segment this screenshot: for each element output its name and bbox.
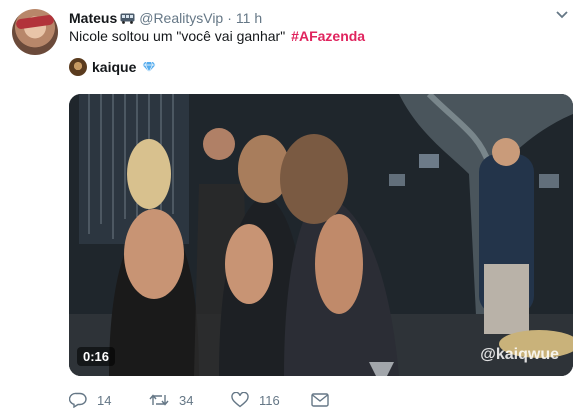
tweet[interactable]: Mateus @RealitysVip · 11 h Nicole soltou…	[0, 0, 583, 419]
tweet-text: Nicole soltou um "você vai ganhar" #AFaze…	[69, 28, 365, 44]
like-button[interactable]: 116	[231, 392, 311, 408]
heart-icon	[231, 392, 249, 408]
video-frame	[69, 94, 573, 376]
video-duration: 0:16	[77, 347, 116, 366]
author-handle[interactable]: @RealitysVip	[139, 10, 223, 26]
retweet-button[interactable]: 34	[149, 392, 231, 408]
video-watermark: @kaiqwue	[480, 346, 559, 363]
like-count: 116	[259, 392, 280, 408]
reply-count: 14	[97, 392, 112, 408]
reply-icon	[69, 392, 87, 408]
separator-dot: ·	[227, 10, 232, 26]
direct-message-button[interactable]	[311, 393, 329, 407]
chevron-down-icon[interactable]	[555, 10, 569, 20]
video-player[interactable]: 0:16 @kaiqwue	[69, 94, 573, 376]
tweet-header: Mateus @RealitysVip · 11 h	[69, 9, 262, 27]
hashtag-link[interactable]: #AFazenda	[291, 28, 365, 44]
tweet-timestamp[interactable]: 11 h	[236, 10, 262, 26]
envelope-icon	[311, 393, 329, 407]
diamond-icon	[142, 61, 156, 73]
author-display-name[interactable]: Mateus	[69, 10, 117, 26]
reply-button[interactable]: 14	[69, 392, 139, 408]
retweet-icon	[149, 394, 169, 406]
author-avatar[interactable]	[12, 9, 58, 55]
bus-icon	[120, 13, 135, 24]
mentioned-user-avatar	[69, 58, 87, 76]
tweet-body: Nicole soltou um "você vai ganhar"	[69, 28, 286, 44]
mentioned-user[interactable]: kaique	[69, 57, 156, 77]
retweet-count: 34	[179, 392, 194, 408]
tweet-actions: 14 34 116	[69, 390, 329, 410]
mentioned-user-name[interactable]: kaique	[92, 59, 136, 75]
